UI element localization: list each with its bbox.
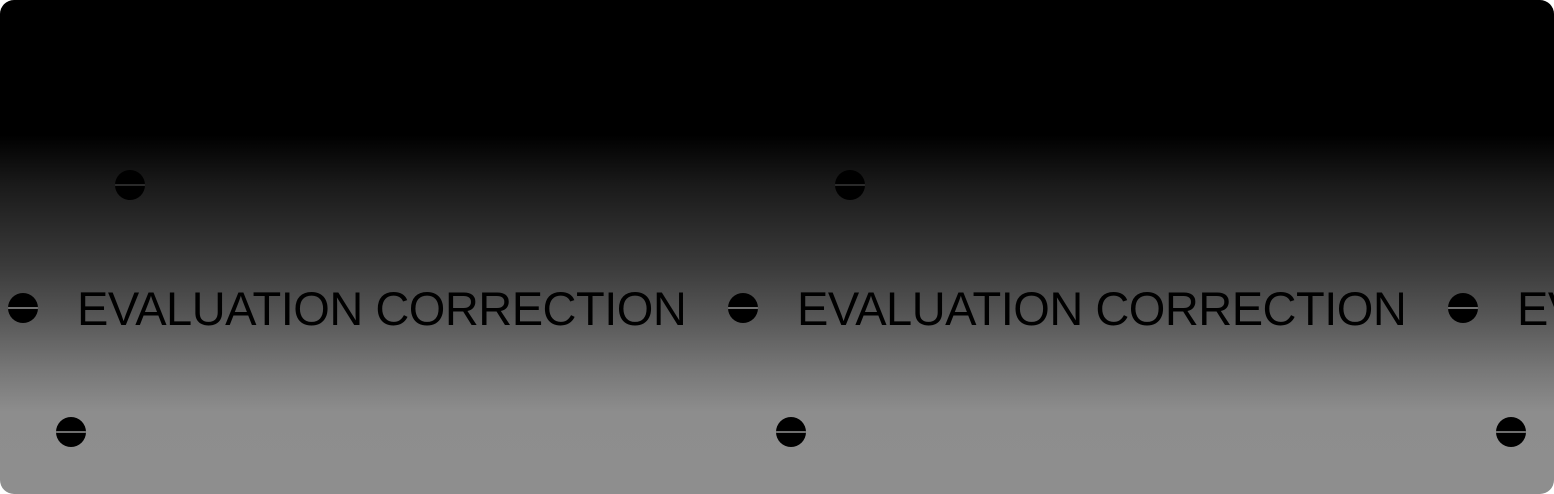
screw-icon xyxy=(115,170,145,200)
screw-icon xyxy=(8,293,38,323)
screw-icon xyxy=(776,417,806,447)
banner-text: EVALUATION CORRECTION xyxy=(77,282,687,335)
banner-clip: EVALUATION CORRECTION EVALUATION CORRECT… xyxy=(0,0,1554,494)
screw-icon xyxy=(1448,293,1478,323)
screw-icon xyxy=(1496,417,1526,447)
screw-icon xyxy=(728,293,758,323)
screw-icon xyxy=(56,417,86,447)
screw-icon xyxy=(835,170,865,200)
evaluation-correction-banner: EVALUATION CORRECTION EVALUATION CORRECT… xyxy=(0,0,1554,494)
banner-text-partial: EV xyxy=(1517,282,1554,335)
banner-text: EVALUATION CORRECTION xyxy=(797,282,1407,335)
